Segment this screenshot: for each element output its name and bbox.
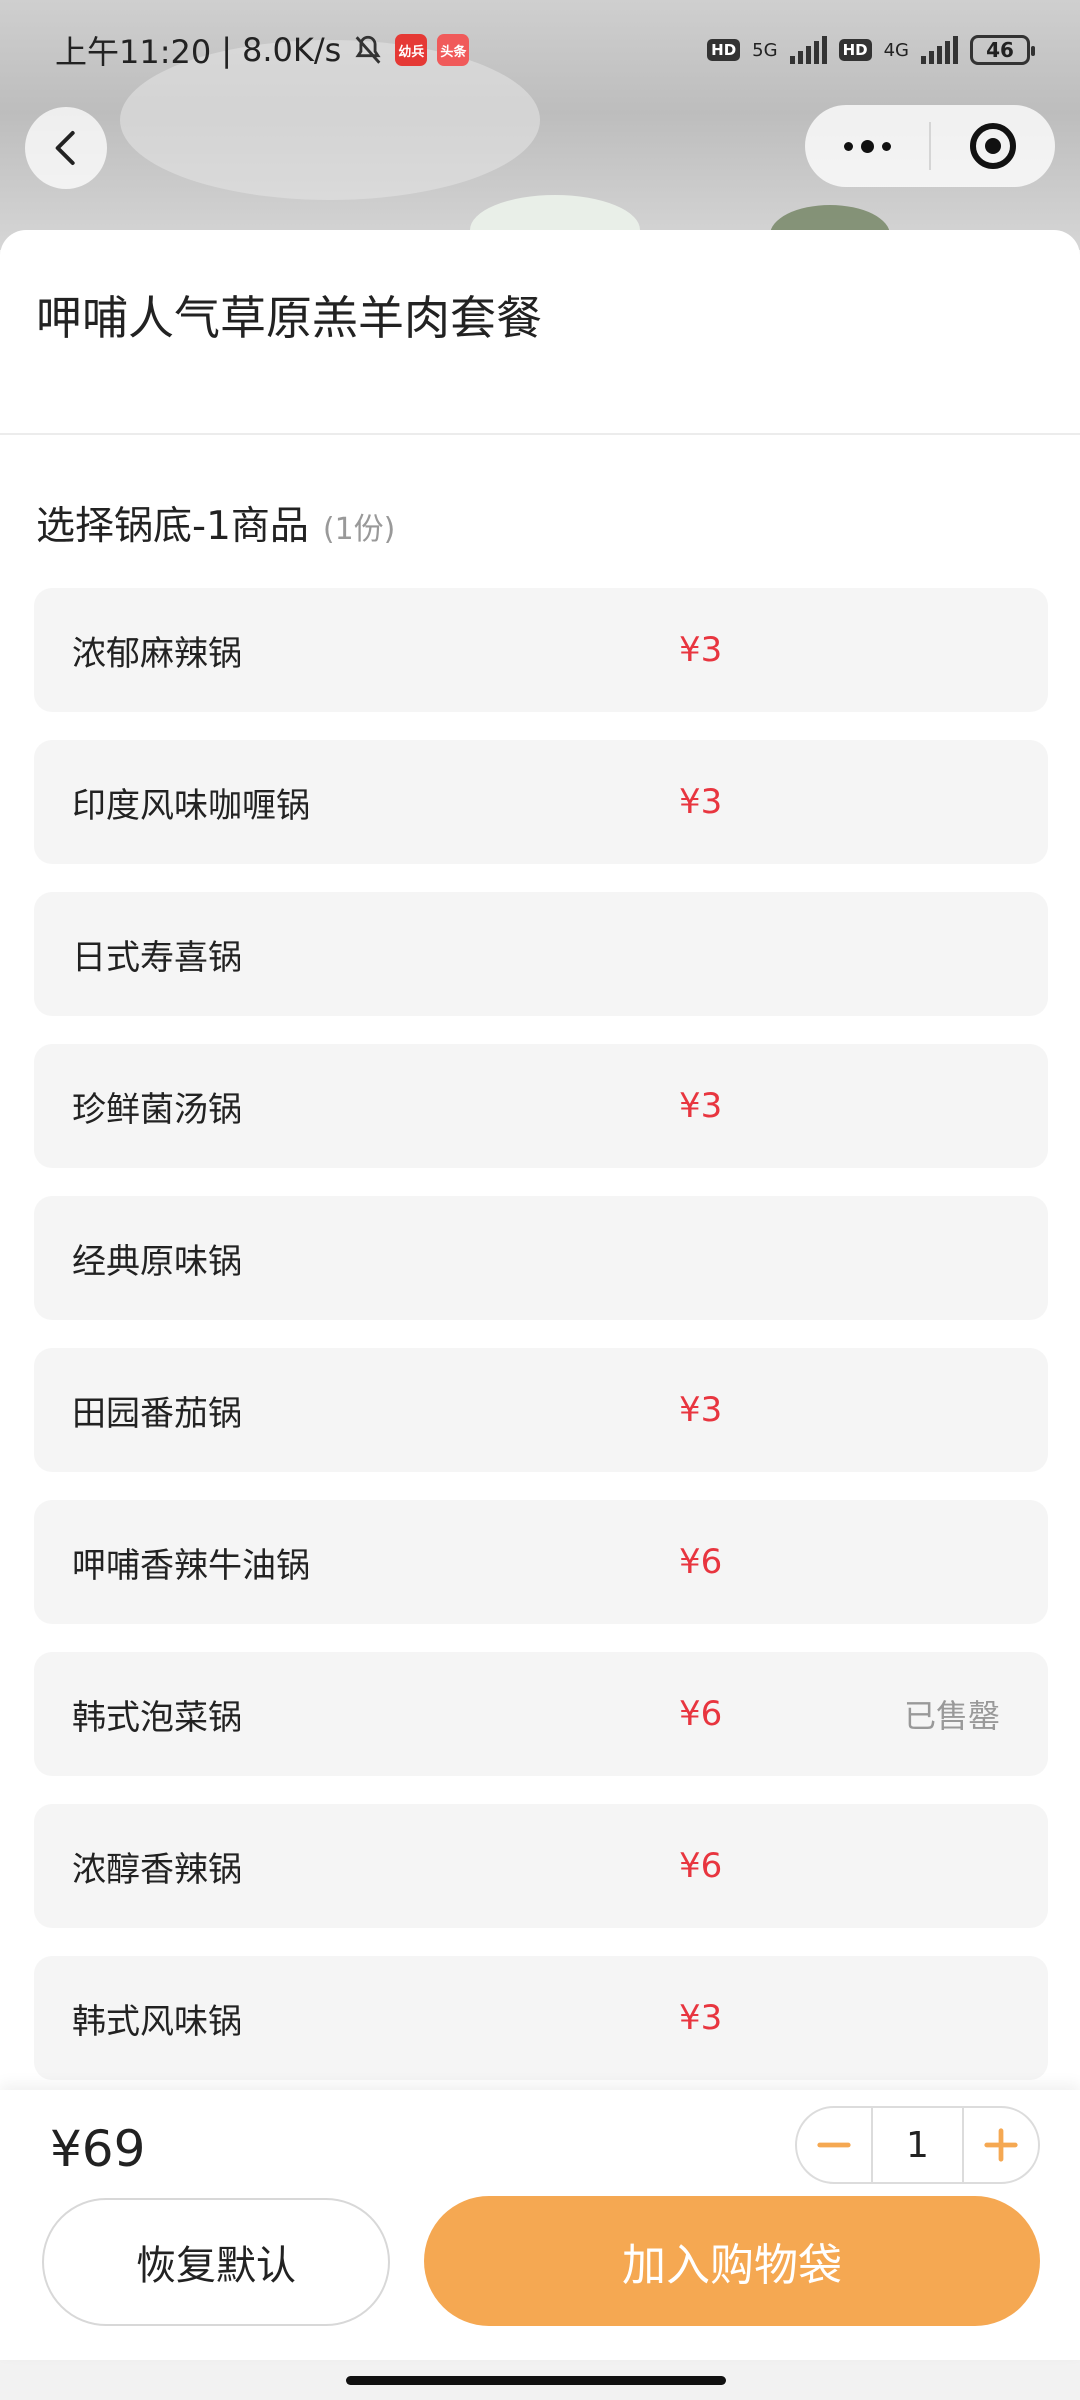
battery-icon: 46 xyxy=(970,35,1035,65)
status-bar: 上午11:20 | 8.0K/s 幼兵 头条 HD 5G HD 4G 46 xyxy=(0,0,1080,100)
option-price: ¥3 xyxy=(679,1086,723,1126)
add-to-bag-button[interactable]: 加入购物袋 xyxy=(424,2196,1040,2326)
news-app-icon: 头条 xyxy=(437,34,470,66)
option-name: 珍鲜菌汤锅 xyxy=(72,1089,242,1130)
option-price: ¥6 xyxy=(679,1542,723,1582)
option-price: ¥6 xyxy=(679,1694,723,1734)
option-item[interactable]: 浓郁麻辣锅 ¥3 xyxy=(34,588,1048,712)
signal-icon xyxy=(789,36,827,64)
divider xyxy=(0,433,1080,435)
option-name: 田园番茄锅 xyxy=(72,1393,242,1434)
option-price: ¥3 xyxy=(679,1390,723,1430)
status-net-speed: 8.0K/s xyxy=(242,31,342,69)
section-title: 选择锅底-1商品 xyxy=(36,504,309,549)
chevron-left-icon xyxy=(55,131,75,165)
soup-base-options: 浓郁麻辣锅 ¥3 印度风味咖喱锅 ¥3 日式寿喜锅 珍鲜菌汤锅 ¥3 经典原味锅 xyxy=(34,588,1048,2090)
signal-icon-2 xyxy=(921,36,958,64)
section-header: 选择锅底-1商品 (1份) xyxy=(36,495,395,551)
option-price: ¥3 xyxy=(679,782,723,822)
product-title: 呷哺人气草原羔羊肉套餐 xyxy=(36,291,542,345)
plus-icon xyxy=(984,2128,1018,2162)
option-item[interactable]: 珍鲜菌汤锅 ¥3 xyxy=(34,1044,1048,1168)
option-price: ¥6 xyxy=(679,1846,723,1886)
reset-default-button[interactable]: 恢复默认 xyxy=(42,2198,390,2326)
quantity-value[interactable]: 1 xyxy=(871,2108,964,2182)
spec-sheet: 呷哺人气草原羔羊肉套餐 选择锅底-1商品 (1份) 浓郁麻辣锅 ¥3 印度风味咖… xyxy=(0,230,1080,2090)
option-item[interactable]: 田园番茄锅 ¥3 xyxy=(34,1348,1048,1472)
option-name: 印度风味咖喱锅 xyxy=(72,785,310,826)
total-price: ¥69 xyxy=(50,2120,146,2178)
hd-badge-2: HD xyxy=(838,39,872,61)
network-4g-label: 4G xyxy=(883,39,909,61)
app-badge-icon: 幼兵 xyxy=(395,34,428,66)
option-name: 浓郁麻辣锅 xyxy=(72,633,242,674)
option-name: 日式寿喜锅 xyxy=(72,937,242,978)
option-name: 韩式风味锅 xyxy=(72,2001,242,2042)
status-time: 上午11:20 xyxy=(55,33,212,71)
quantity-stepper: 1 xyxy=(795,2106,1040,2184)
option-name: 浓醇香辣锅 xyxy=(72,1849,242,1890)
close-mini-program-button[interactable] xyxy=(931,105,1055,187)
more-dots-icon xyxy=(843,139,891,153)
option-item[interactable]: 日式寿喜锅 xyxy=(34,892,1048,1016)
bottom-action-bar: ¥69 1 恢复默认 加入购物袋 xyxy=(0,2090,1080,2360)
option-name: 经典原味锅 xyxy=(72,1241,242,1282)
status-separator: | xyxy=(221,31,233,69)
more-button[interactable] xyxy=(805,105,929,187)
mute-bell-icon xyxy=(355,35,381,64)
page: 上午11:20 | 8.0K/s 幼兵 头条 HD 5G HD 4G 46 呷哺… xyxy=(0,0,1080,2400)
option-price: ¥3 xyxy=(679,1998,723,2038)
decrease-button[interactable] xyxy=(797,2108,871,2182)
target-icon xyxy=(970,123,1016,169)
increase-button[interactable] xyxy=(964,2108,1038,2182)
option-name: 呷哺香辣牛油锅 xyxy=(72,1545,310,1586)
hd-badge: HD xyxy=(707,39,741,61)
sold-out-label: 已售罄 xyxy=(903,1697,1000,1735)
network-5g-label: 5G xyxy=(752,39,778,61)
option-item[interactable]: 印度风味咖喱锅 ¥3 xyxy=(34,740,1048,864)
section-quantity-note: (1份) xyxy=(322,512,396,547)
option-item[interactable]: 经典原味锅 xyxy=(34,1196,1048,1320)
option-item[interactable]: 韩式风味锅 ¥3 xyxy=(34,1956,1048,2080)
option-item[interactable]: 呷哺香辣牛油锅 ¥6 xyxy=(34,1500,1048,1624)
option-item-sold-out: 韩式泡菜锅 ¥6 已售罄 xyxy=(34,1652,1048,1776)
home-indicator[interactable] xyxy=(346,2376,726,2385)
minus-icon xyxy=(817,2142,851,2148)
back-button[interactable] xyxy=(25,107,107,189)
mini-program-capsule xyxy=(805,105,1055,187)
option-price: ¥3 xyxy=(679,630,723,670)
option-name: 韩式泡菜锅 xyxy=(72,1697,242,1738)
option-item[interactable]: 浓醇香辣锅 ¥6 xyxy=(34,1804,1048,1928)
